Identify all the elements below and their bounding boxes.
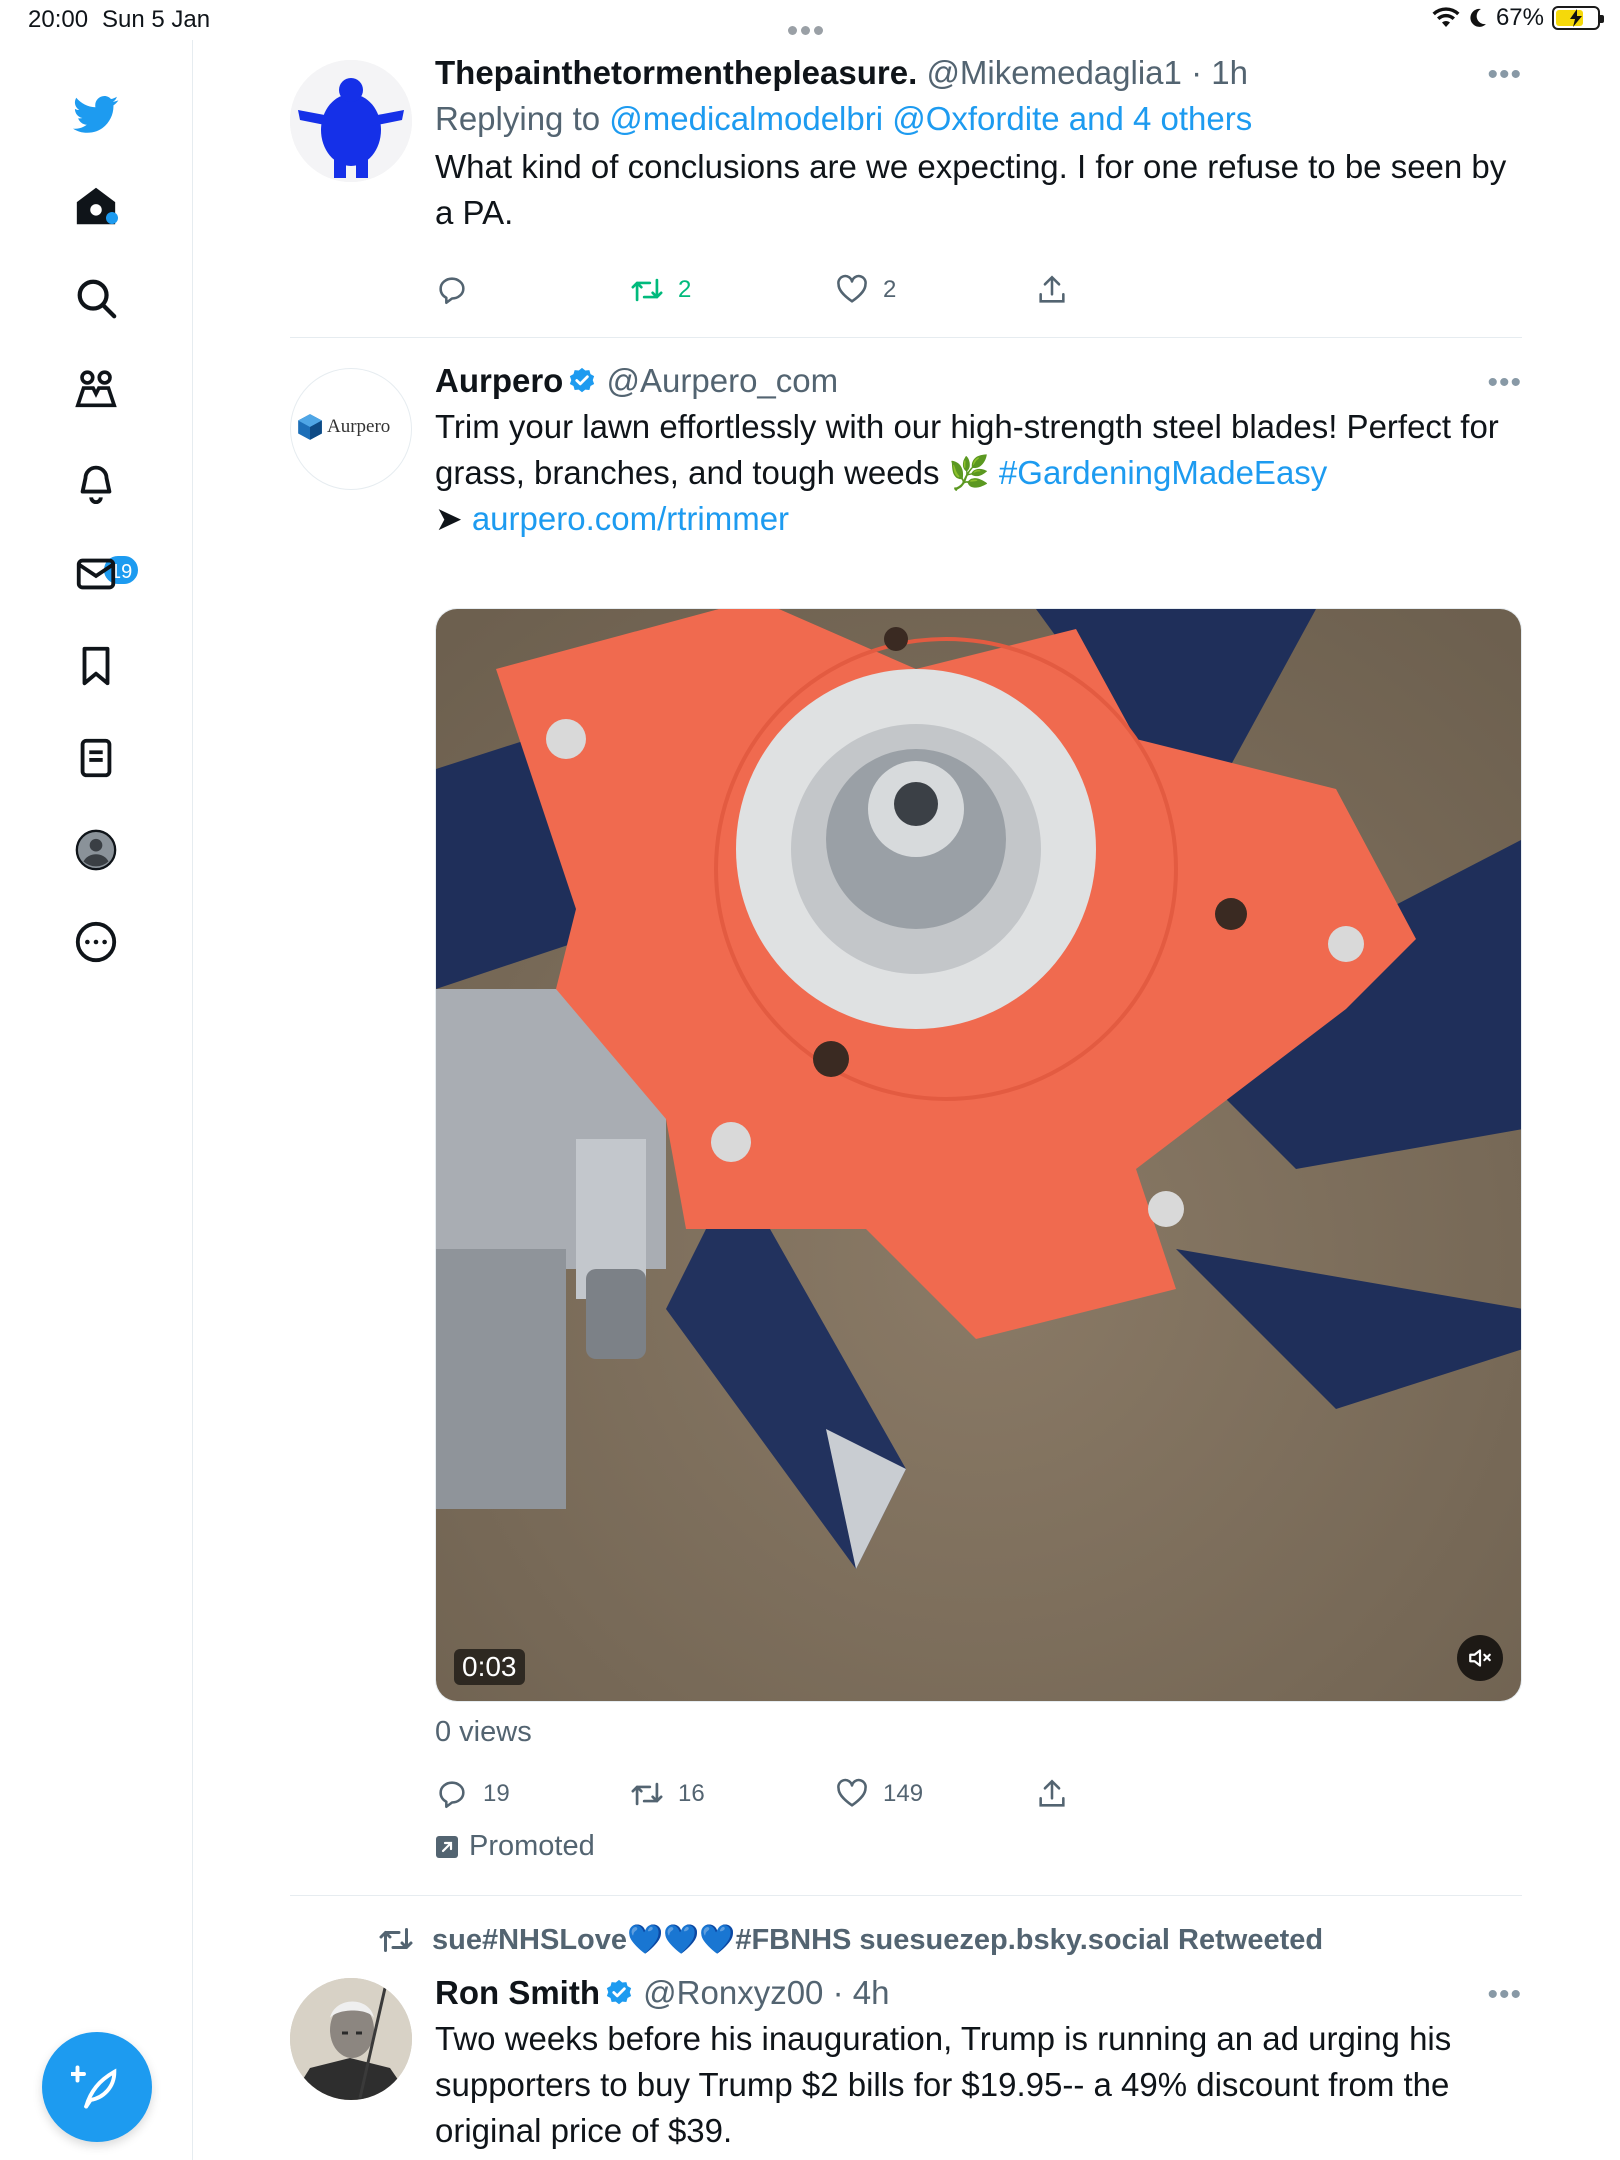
- tweet-actions: 19 16 149: [435, 1774, 1135, 1814]
- status-bar: 20:00 Sun 5 Jan 67%: [0, 0, 1620, 40]
- share-icon: [1039, 275, 1065, 303]
- promoted-label[interactable]: Promoted: [435, 1830, 595, 1863]
- bookmark-icon[interactable]: [68, 638, 124, 694]
- tweet-time[interactable]: · 1h: [1191, 54, 1248, 91]
- retweet-icon: [631, 278, 663, 302]
- communities-icon[interactable]: [68, 362, 124, 418]
- author-handle[interactable]: @Aurpero_com: [607, 362, 839, 399]
- tweet-actions: 2 2: [435, 270, 1135, 310]
- author-name[interactable]: Thepainthetormenthepleasure.: [435, 54, 917, 91]
- retweet-icon: [379, 1928, 413, 1952]
- aurpero-logo-icon: [298, 414, 322, 440]
- author-handle[interactable]: @Ronxyz00: [643, 1974, 823, 2011]
- retweeted-by-text: sue#NHSLove💙💙💙#FBNHS suesuezep.bsky.soci…: [432, 1924, 1324, 1956]
- heart-icon: [837, 274, 867, 303]
- search-icon[interactable]: [68, 270, 124, 326]
- avatar[interactable]: [290, 60, 412, 182]
- reply-button[interactable]: 19: [435, 1774, 510, 1814]
- tweet-text-body: Trim your lawn effortlessly with our hig…: [435, 408, 1499, 491]
- external-link[interactable]: aurpero.com/rtrimmer: [472, 500, 789, 537]
- author-name[interactable]: Ron Smith: [435, 1974, 600, 2011]
- like-count: 149: [883, 1780, 924, 1807]
- home-unread-dot: [106, 212, 118, 224]
- tweet-text: Two weeks before his inauguration, Trump…: [435, 2020, 1452, 2149]
- tweet-retweeted-ronsmith[interactable]: sue#NHSLove💙💙💙#FBNHS suesuezep.bsky.soci…: [290, 1896, 1522, 2160]
- more-circle-icon[interactable]: [68, 914, 124, 970]
- mail-icon[interactable]: [68, 546, 124, 602]
- share-icon: [1039, 1779, 1065, 1807]
- avatar[interactable]: Aurpero: [290, 368, 412, 490]
- compose-button[interactable]: [42, 2032, 152, 2142]
- sidebar: 19: [0, 40, 193, 2160]
- promoted-icon: [436, 1835, 458, 1858]
- avatar-brand-text: Aurpero: [327, 416, 391, 437]
- mute-toggle-button[interactable]: [1457, 1635, 1503, 1681]
- compose-feather-icon: [71, 2065, 117, 2109]
- more-options-icon[interactable]: •••: [1487, 1978, 1522, 2012]
- heart-icon: [837, 1778, 867, 1807]
- battery-icon: [1552, 6, 1604, 30]
- retweet-count: 2: [678, 276, 692, 303]
- retweet-context[interactable]: sue#NHSLove💙💙💙#FBNHS suesuezep.bsky.soci…: [378, 1922, 1323, 1958]
- status-indicators: 67%: [1432, 4, 1604, 32]
- hashtag-link[interactable]: #GardeningMadeEasy: [999, 454, 1327, 491]
- video-frame-trimmer-blade: [436, 609, 1521, 1701]
- lists-icon[interactable]: [68, 730, 124, 786]
- share-button[interactable]: [1035, 1774, 1069, 1814]
- reply-count: 19: [483, 1780, 510, 1807]
- profile-icon[interactable]: [68, 822, 124, 878]
- multitasking-dots-icon[interactable]: [788, 14, 834, 35]
- home-icon[interactable]: [68, 178, 124, 234]
- bell-icon[interactable]: [68, 454, 124, 510]
- retweet-button[interactable]: 2: [630, 270, 691, 310]
- video-timestamp: 0:03: [454, 1649, 525, 1685]
- author-name[interactable]: Aurpero: [435, 362, 563, 399]
- reply-prefix: Replying to: [435, 100, 601, 137]
- author-handle[interactable]: @Mikemedaglia1: [926, 54, 1181, 91]
- replying-to: Replying to @medicalmodelbri @Oxfordite …: [435, 96, 1522, 142]
- verified-badge-icon: [570, 367, 595, 393]
- video-player[interactable]: 0:03: [435, 608, 1522, 1702]
- like-button[interactable]: 149: [835, 1774, 923, 1814]
- more-options-icon[interactable]: •••: [1487, 58, 1522, 92]
- status-date: Sun 5 Jan: [102, 6, 211, 33]
- view-count: 0 views: [435, 1716, 532, 1748]
- wifi-icon: [1432, 7, 1460, 27]
- tweet-reply-mikemedaglia[interactable]: Thepainthetormenthepleasure. @Mikemedagl…: [290, 40, 1522, 338]
- reply-icon: [439, 277, 465, 305]
- battery-percent: 67%: [1495, 4, 1544, 31]
- avatar[interactable]: [290, 1978, 412, 2100]
- status-time: 20:00: [28, 6, 89, 33]
- tweet-text: What kind of conclusions are we expectin…: [435, 148, 1507, 231]
- tweet-promoted-aurpero[interactable]: Aurpero Aurpero @Aurpero_com Trim your l…: [290, 338, 1522, 1896]
- speaker-muted-icon: [1469, 1649, 1491, 1667]
- reply-targets[interactable]: @medicalmodelbri @Oxfordite and 4 others: [609, 100, 1252, 137]
- tweet-time[interactable]: · 4h: [833, 1974, 890, 2011]
- retweet-count: 16: [678, 1780, 705, 1807]
- reply-icon: [439, 1781, 465, 1809]
- like-count: 2: [883, 276, 897, 303]
- retweet-icon: [631, 1782, 663, 1806]
- promoted-text: Promoted: [469, 1830, 595, 1862]
- twitter-bird-icon[interactable]: [68, 86, 124, 142]
- arrow-glyph: ➤: [435, 500, 463, 537]
- reply-button[interactable]: [435, 270, 483, 310]
- verified-badge-icon: [606, 1979, 632, 2005]
- tweet-text: Trim your lawn effortlessly with our hig…: [435, 404, 1522, 542]
- moon-icon: [1470, 8, 1486, 27]
- share-button[interactable]: [1035, 270, 1069, 310]
- more-options-icon[interactable]: •••: [1487, 366, 1522, 400]
- like-button[interactable]: 2: [835, 270, 896, 310]
- retweet-button[interactable]: 16: [630, 1774, 705, 1814]
